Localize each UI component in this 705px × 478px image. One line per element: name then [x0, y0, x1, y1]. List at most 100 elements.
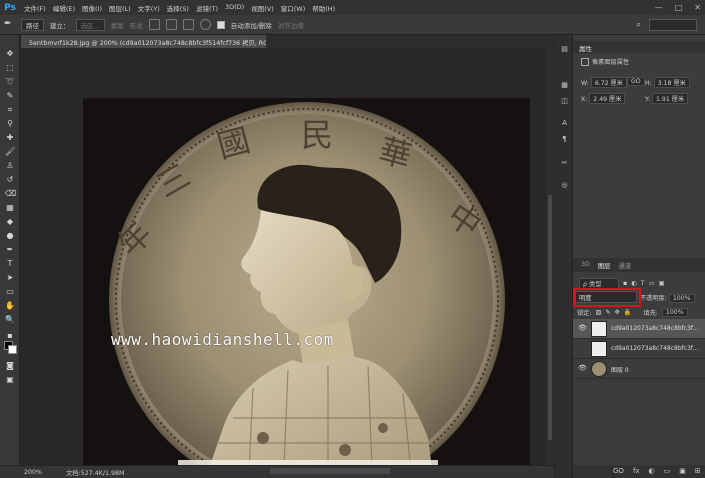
x-position-field[interactable]: X: 2.49 厘米	[581, 93, 626, 104]
minimize-button[interactable]: —	[655, 3, 663, 12]
menu-window[interactable]: 窗口(W)	[281, 3, 306, 13]
menu-3d[interactable]: 3D(D)	[225, 3, 244, 13]
vertical-scroll-thumb[interactable]	[548, 195, 552, 440]
filter-pixel-icon[interactable]: ▪	[623, 280, 627, 287]
properties-panel-icon[interactable]: ▦	[560, 81, 569, 90]
menu-type[interactable]: 文字(Y)	[138, 3, 160, 13]
menu-filter[interactable]: 滤镜(T)	[196, 3, 218, 13]
history-brush-icon[interactable]: ↺	[5, 175, 15, 184]
pen-tool-icon[interactable]: ✒	[5, 245, 15, 254]
height-field[interactable]: H: 3.18 厘米	[645, 77, 690, 88]
eraser-tool-icon[interactable]: ⌫	[5, 189, 16, 198]
new-group-icon[interactable]: ▣	[679, 467, 686, 478]
lock-image-icon[interactable]: ✎	[605, 309, 610, 316]
layer-name[interactable]: 图层 0	[611, 365, 701, 374]
quick-select-tool-icon[interactable]: ✎	[5, 91, 15, 100]
character-panel-icon[interactable]: A	[560, 119, 569, 128]
layer-visibility-eye-icon[interactable]: 👁	[578, 365, 587, 372]
clone-stamp-icon[interactable]: ♙	[5, 161, 15, 170]
crop-tool-icon[interactable]: ⌗	[5, 105, 15, 114]
properties-panel-header[interactable]: 属性	[573, 41, 705, 53]
horizontal-scroll-thumb[interactable]	[270, 468, 390, 474]
layer-row-copy[interactable]: 👁 cd9a012073a8c748c8bfc3f...	[573, 319, 705, 339]
path-mode-select[interactable]: 路径	[21, 18, 44, 31]
workspace-select[interactable]	[649, 19, 697, 31]
mask-button[interactable]: 蒙版	[111, 20, 124, 30]
filter-adjust-icon[interactable]: ◐	[631, 280, 637, 287]
document-image[interactable]: 中 華 民 國 三 年 www.haowidianshell.com	[83, 98, 530, 478]
layer-name[interactable]: cd9a012073a8c748c8bfc3f...	[611, 345, 701, 352]
path-arrangement-icon[interactable]	[182, 19, 194, 30]
path-alignment-icon[interactable]	[165, 19, 177, 30]
blur-tool-icon[interactable]: ◆	[5, 217, 15, 226]
menu-edit[interactable]: 编辑(E)	[53, 3, 75, 13]
marquee-tool-icon[interactable]: ⬚	[5, 63, 15, 72]
zoom-level[interactable]: 200%	[24, 469, 42, 476]
history-panel-icon[interactable]: ▤	[560, 45, 569, 54]
lasso-tool-icon[interactable]: ➰	[5, 77, 15, 86]
pen-tool-icon[interactable]: ✒	[4, 19, 15, 30]
background-color-swatch[interactable]	[8, 345, 17, 354]
type-tool-icon[interactable]: T	[5, 259, 15, 268]
width-field[interactable]: W: 6.72 厘米	[581, 77, 627, 88]
menu-view[interactable]: 视图(V)	[251, 3, 274, 13]
align-edges-label[interactable]: 对齐边缘	[278, 20, 304, 30]
shape-button[interactable]: 形状	[130, 20, 143, 30]
y-value[interactable]: 1.91 厘米	[652, 93, 689, 104]
paragraph-panel-icon[interactable]: ¶	[560, 135, 569, 144]
layer-name[interactable]: cd9a012073a8c748c8bfc3f...	[611, 325, 701, 332]
styles-panel-icon[interactable]: ◎	[560, 181, 569, 190]
lock-transparent-icon[interactable]: ▨	[595, 309, 601, 316]
menu-layer[interactable]: 图层(L)	[109, 3, 131, 13]
filter-smart-icon[interactable]: ▣	[659, 280, 665, 287]
hand-tool-icon[interactable]: ✋	[5, 301, 15, 310]
layer-style-icon[interactable]: fx	[633, 467, 640, 478]
default-colors-icon[interactable]: ▪	[5, 331, 15, 340]
adjustment-layer-icon[interactable]: ◐	[649, 467, 655, 478]
adjustments-panel-icon[interactable]: ◫	[560, 97, 569, 106]
tool-presets-icon[interactable]: ✂	[560, 159, 569, 168]
selection-button[interactable]: 选区...	[75, 18, 105, 31]
layer-row-original[interactable]: cd9a012073a8c748c8bfc3f...	[573, 339, 705, 359]
healing-brush-icon[interactable]: ✚	[5, 133, 15, 142]
tab-channels[interactable]: 通道	[618, 261, 631, 272]
add-mask-icon[interactable]: ▭	[664, 467, 671, 478]
link-layers-icon[interactable]: GO	[613, 467, 624, 478]
menu-help[interactable]: 帮助(H)	[312, 3, 335, 13]
menu-select[interactable]: 选择(S)	[167, 3, 189, 13]
document-tab[interactable]: 5entbmvrf1k28.jpg @ 200% (cd9a012073a8c7…	[21, 35, 266, 48]
lock-all-icon[interactable]: 🔒	[624, 308, 632, 316]
auto-add-delete-checkbox[interactable]	[216, 20, 225, 29]
close-button[interactable]: ✕	[694, 3, 701, 12]
gradient-tool-icon[interactable]: ▦	[5, 203, 15, 212]
layer-visibility-eye-icon[interactable]	[578, 345, 586, 352]
brush-tool-icon[interactable]: 🖌	[5, 147, 15, 156]
maximize-button[interactable]: □	[675, 3, 683, 12]
filter-shape-icon[interactable]: ▭	[649, 280, 655, 287]
lock-position-icon[interactable]: ✥	[615, 309, 620, 316]
y-position-field[interactable]: Y: 1.91 厘米	[645, 93, 689, 104]
quick-mask-icon[interactable]: ◙	[5, 361, 15, 370]
settings-gear-icon[interactable]	[199, 19, 211, 30]
width-value[interactable]: 6.72 厘米	[590, 77, 627, 88]
layer-visibility-eye-icon[interactable]: 👁	[578, 325, 587, 332]
layer-row-layer-0[interactable]: 👁 图层 0	[573, 359, 705, 379]
rectangle-tool-icon[interactable]: ▭	[5, 287, 15, 296]
path-operations-icon[interactable]	[148, 19, 160, 30]
new-layer-icon[interactable]: ⊞	[695, 467, 701, 478]
x-value[interactable]: 2.49 厘米	[589, 93, 626, 104]
layer-filter-select[interactable]: ρ 类型	[579, 277, 619, 289]
path-select-tool-icon[interactable]: ➤	[5, 273, 15, 282]
menu-file[interactable]: 文件(F)	[24, 3, 46, 13]
zoom-tool-icon[interactable]: 🔍	[5, 315, 15, 324]
link-dimensions-button[interactable]: GO	[627, 77, 645, 86]
screen-mode-icon[interactable]: ▣	[5, 375, 15, 384]
menu-image[interactable]: 图像(I)	[82, 3, 102, 13]
eyedropper-tool-icon[interactable]: ⚲	[5, 119, 15, 128]
search-icon[interactable]: ⌕	[637, 20, 641, 30]
dodge-tool-icon[interactable]: ●	[5, 231, 15, 240]
tab-3d[interactable]: 3D	[581, 261, 590, 272]
filter-type-icon[interactable]: T	[641, 280, 645, 287]
opacity-control[interactable]: 不透明度: 100%	[640, 293, 695, 303]
tab-layers[interactable]: 图层	[598, 261, 611, 272]
